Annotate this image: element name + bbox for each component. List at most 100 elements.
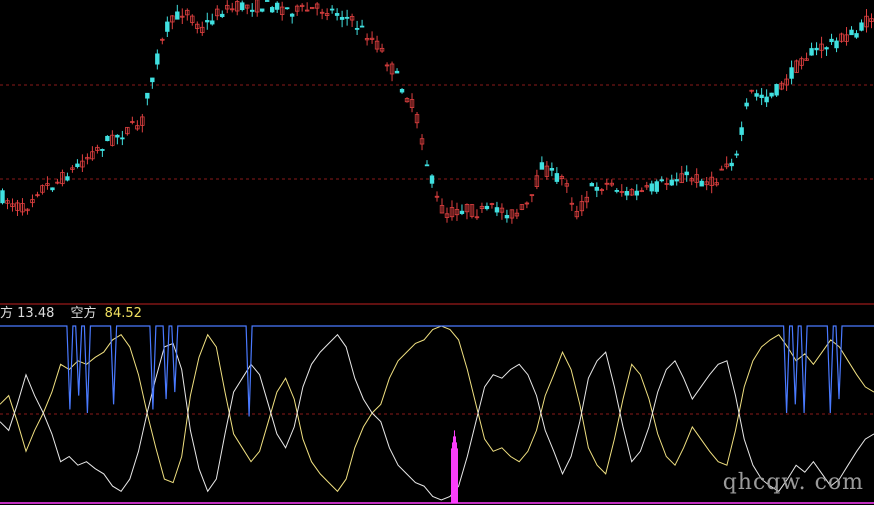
candle [309,6,315,10]
candle [155,49,160,70]
candle [509,209,515,224]
candle [160,37,165,45]
candle [819,36,824,59]
candle-body [549,168,555,171]
candle [240,0,245,12]
candle-body [175,11,180,20]
candle [354,20,360,35]
candle [674,172,679,186]
candle [689,176,694,186]
candle [230,2,235,13]
candle-body [744,102,749,107]
candle [574,205,580,220]
candle [85,153,90,165]
candle [849,26,854,36]
candle-body [669,179,674,186]
legend-value-1: 13.48 [17,306,55,321]
candle-body [759,94,764,99]
candle-body [654,181,659,192]
candle [604,179,610,191]
candle [844,27,849,46]
legend-label-1: 方 [0,306,14,321]
candle-body [100,149,105,151]
candle-body [145,92,150,99]
candle [459,204,465,216]
candle-body [269,7,275,13]
candle [599,187,605,195]
candle-body [624,190,629,196]
candle [180,8,185,24]
candle [704,176,709,191]
candle [90,146,95,161]
candle-body [854,33,859,38]
candle [324,8,330,21]
candle-body [155,53,160,65]
candle-body [394,70,400,74]
candlestick-series [0,0,874,224]
candle [519,204,525,211]
candle-body [734,153,739,156]
candle [419,134,425,151]
legend-label-2: 空方 [70,306,97,321]
candle-body [739,127,744,135]
candle [294,4,300,16]
candle [215,5,220,21]
candle [274,1,280,13]
candle [289,12,295,24]
candle [70,164,75,173]
candle [195,21,200,34]
candle [225,0,230,14]
candle [484,202,490,211]
candle-body [289,13,295,17]
candle [105,135,110,142]
candle [220,10,225,19]
candle [529,194,535,203]
candle [614,188,619,194]
candle-body [284,7,290,10]
candle [634,184,639,201]
candle [464,203,470,220]
candle-body [359,25,365,28]
candle [235,0,240,16]
candle [619,184,624,197]
candle-body [494,207,500,213]
candle [504,209,510,223]
candle-body [344,16,350,19]
candle [115,134,120,145]
candle [744,98,749,110]
candle [544,161,550,180]
candle [30,194,35,208]
candle [120,130,125,146]
candle [644,181,649,190]
candle [814,42,819,56]
candle-body [339,16,345,20]
candle [539,156,545,170]
candle [40,184,45,195]
candle [424,160,430,167]
candle [190,14,195,26]
candle [279,1,285,21]
candle [479,202,485,213]
candle-body [120,137,125,140]
candle [414,111,420,129]
candle [205,12,210,30]
watermark: qhcqw. com [722,470,864,495]
candle-body [774,84,779,96]
candle [569,197,575,211]
candle-body [65,176,70,181]
candle-body [859,22,864,31]
candle [329,5,335,14]
candle [654,179,659,194]
candle [834,37,839,53]
candle-body [699,180,704,187]
candle-body [150,77,155,83]
candle [434,191,440,202]
candle [839,32,844,43]
candle [150,77,155,89]
candle [549,162,555,177]
candle-body [115,134,120,138]
candle [694,168,699,188]
candle [25,208,30,215]
candle [869,13,874,29]
candle [374,35,380,53]
